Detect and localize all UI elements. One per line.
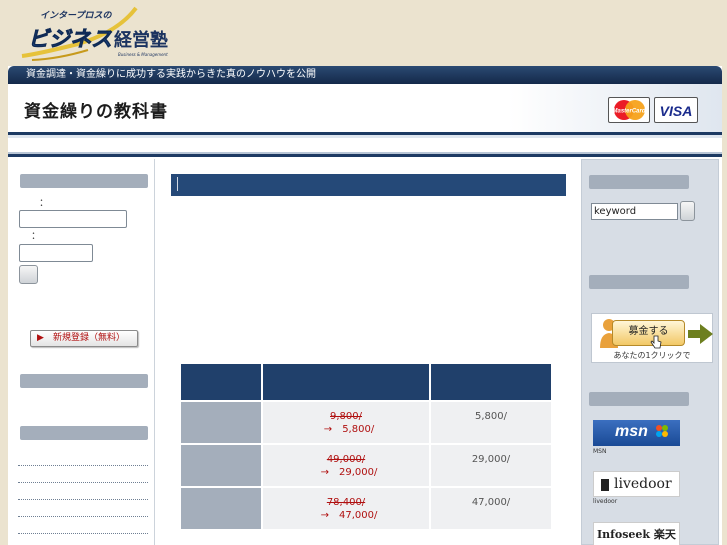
pricing-price-cell: 47,000/ <box>431 486 551 529</box>
discount-price: 29,000/ <box>339 467 378 478</box>
menu-separator <box>18 516 148 517</box>
header-divider-bottom <box>8 154 722 157</box>
logo-graphic: インタープロスの ビジネス 経営塾 Business & Management <box>21 6 168 61</box>
discount-price-line: → 47,000/ <box>263 509 429 522</box>
pricing-row-label <box>181 400 263 443</box>
pricing-header-cell <box>263 364 431 400</box>
mastercard-logo: MasterCard <box>608 97 650 123</box>
login-id-input[interactable] <box>19 210 127 228</box>
pricing-row: 9,800/ → 5,800/ 5,800/ <box>181 400 551 443</box>
cursor-hand-icon <box>650 335 662 349</box>
logo-top-text: インタープロスの <box>40 10 112 21</box>
donation-banner[interactable]: 募金する あなたの1クリックで <box>591 313 713 363</box>
site-title[interactable]: 資金繰りの教科書 <box>24 97 168 122</box>
title-marker <box>177 177 178 191</box>
content-title-bar <box>171 174 566 196</box>
livedoor-banner[interactable]: livedoor <box>593 471 680 497</box>
donation-caption: あなたの1クリックで <box>613 351 691 360</box>
site-logo[interactable]: インタープロスの ビジネス 経営塾 Business & Management <box>18 4 178 64</box>
left-section-header-2 <box>20 374 148 388</box>
id-label: ： <box>39 198 49 209</box>
original-price: 9,800/ <box>330 411 362 422</box>
pricing-row: 49,000/ → 29,000/ 29,000/ <box>181 443 551 486</box>
login-section-header <box>20 174 148 188</box>
menu-separator <box>18 533 148 534</box>
pricing-price-cell: 5,800/ <box>431 400 551 443</box>
discount-price-line: → 29,000/ <box>263 466 429 479</box>
final-price: 47,000/ <box>471 497 511 508</box>
pricing-discount-cell: 49,000/ → 29,000/ <box>263 443 431 486</box>
infoseek-banner[interactable]: Infoseek 楽天 <box>593 522 680 545</box>
final-price: 5,800/ <box>475 411 507 422</box>
pricing-table: 9,800/ → 5,800/ 5,800/ 49,000/ → 29,000/ 2… <box>181 364 551 529</box>
register-label: 新規登録（無料） <box>53 333 126 343</box>
menu-separator <box>18 499 148 500</box>
pricing-price-cell: 29,000/ <box>431 443 551 486</box>
login-password-input[interactable] <box>19 244 93 262</box>
discount-price-line: → 5,800/ <box>263 423 429 436</box>
visa-label: VISA <box>659 103 693 119</box>
svg-text:MasterCard: MasterCard <box>612 109 645 115</box>
menu-separator <box>18 465 148 466</box>
pricing-row: 78,400/ → 47,000/ 47,000/ <box>181 486 551 529</box>
pricing-header-cell <box>431 364 551 400</box>
arrow-right-icon: → <box>323 424 333 435</box>
site-header: 資金繰りの教科書 MasterCard VISA <box>8 84 722 132</box>
pricing-discount-cell: 78,400/ → 47,000/ <box>263 486 431 529</box>
login-button[interactable] <box>19 265 38 284</box>
discount-price: 47,000/ <box>339 510 378 521</box>
header-spacer <box>8 138 722 152</box>
arrow-right-icon: → <box>320 467 330 478</box>
pricing-discount-cell: 9,800/ → 5,800/ <box>263 400 431 443</box>
msn-banner[interactable]: msn <box>593 420 680 446</box>
search-button[interactable] <box>680 201 695 221</box>
original-price: 49,000/ <box>326 454 366 465</box>
mastercard-icon: MasterCard <box>612 100 646 120</box>
visa-logo: VISA <box>654 97 698 123</box>
password-label: ： <box>31 231 41 242</box>
keyword-search-input[interactable] <box>591 203 678 220</box>
triangle-right-icon: ▶ <box>37 333 44 343</box>
pricing-row-label <box>181 486 263 529</box>
left-section-header-3 <box>20 426 148 440</box>
final-price: 29,000/ <box>471 454 511 465</box>
pricing-row-label <box>181 443 263 486</box>
arrow-right-icon <box>688 324 713 344</box>
logo-sub-text: 経営塾 <box>114 29 168 51</box>
search-section-header <box>589 175 689 189</box>
original-price: 78,400/ <box>326 497 366 508</box>
top-bar: 資金調達・資金繰りに成功する実践からきた真のノウハウを公開 <box>8 66 722 84</box>
right-section-header-2 <box>589 275 689 289</box>
butterfly-icon <box>656 425 668 437</box>
logo-tiny-text: Business & Management <box>118 52 168 57</box>
pricing-header-cell <box>181 364 263 400</box>
donate-button-label: 募金する <box>628 326 669 337</box>
tagline: 資金調達・資金繰りに成功する実践からきた真のノウハウを公開 <box>26 69 316 80</box>
livedoor-mark-icon <box>601 479 609 491</box>
msn-caption: MSN <box>593 448 607 455</box>
right-section-header-3 <box>589 392 689 406</box>
menu-separator <box>18 482 148 483</box>
right-sidebar: 募金する あなたの1クリックで msn MSN livedoor livedoo… <box>581 159 719 545</box>
livedoor-label: livedoor <box>614 476 672 492</box>
register-free-button[interactable]: ▶ 新規登録（無料） <box>30 330 138 347</box>
livedoor-caption: livedoor <box>593 498 618 505</box>
infoseek-label: Infoseek 楽天 <box>597 528 676 541</box>
pricing-header-row <box>181 364 551 400</box>
left-sidebar: ： ： ▶ 新規登録（無料） <box>8 159 155 545</box>
arrow-right-icon: → <box>320 510 330 521</box>
msn-label: msn <box>615 423 648 440</box>
discount-price: 5,800/ <box>342 424 375 435</box>
logo-main-text: ビジネス <box>28 27 112 51</box>
